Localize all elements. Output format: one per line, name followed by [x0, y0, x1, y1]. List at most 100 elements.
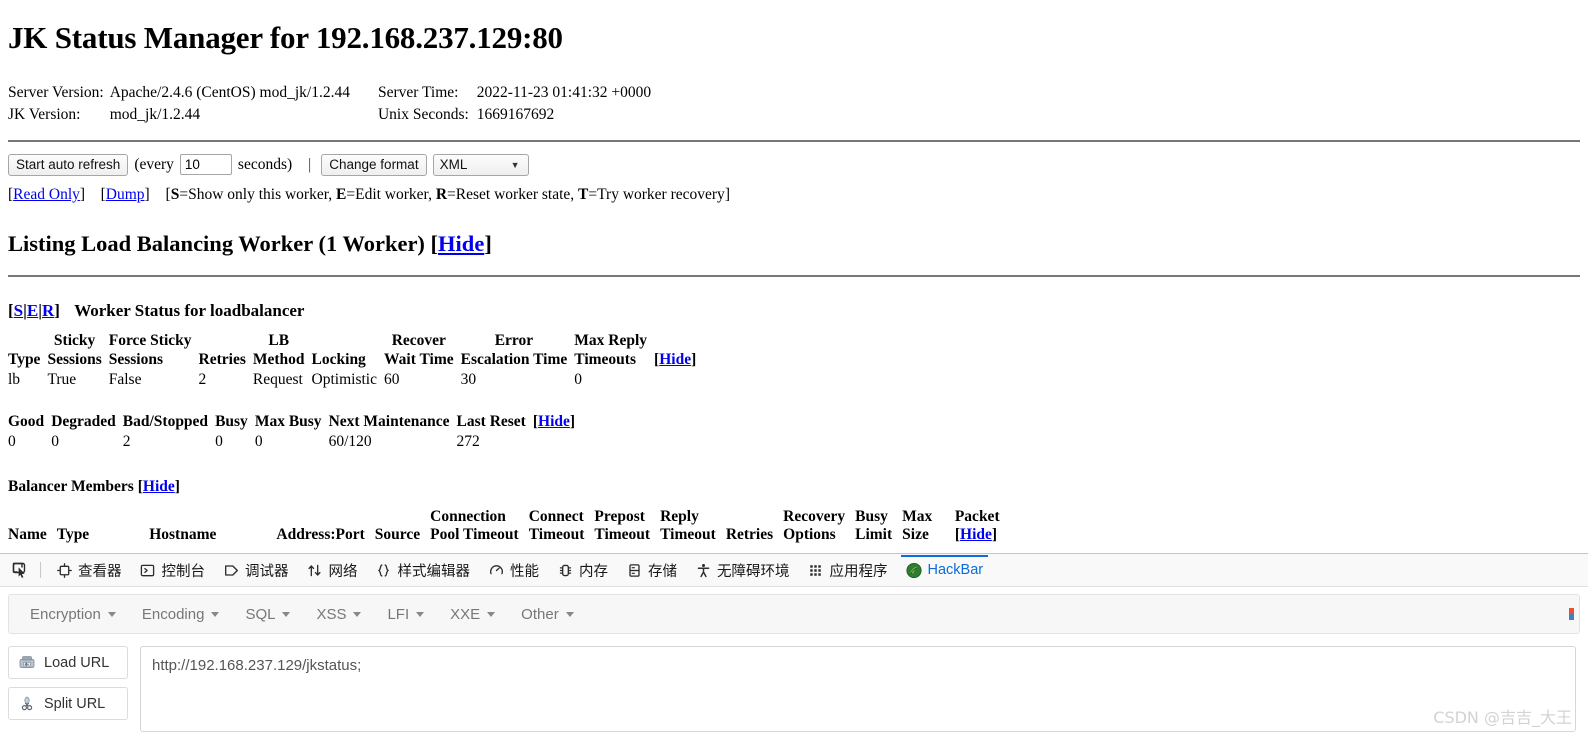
- performance-icon: [488, 562, 504, 578]
- tab-memory[interactable]: 内存: [548, 555, 617, 586]
- every-label: (every: [134, 155, 174, 173]
- members-header-row: Name Type Hostname Address:Port Source P…: [8, 526, 1020, 544]
- ct-h-3: Busy: [215, 412, 248, 430]
- network-icon: [307, 562, 323, 578]
- hackbar-menu-lfi[interactable]: LFI: [374, 606, 437, 623]
- storage-icon: [626, 562, 642, 578]
- balancer-members-label: Balancer Members: [8, 477, 134, 495]
- bm-top-2: [149, 508, 276, 526]
- tab-debugger[interactable]: 调试器: [214, 555, 298, 586]
- ws-h-6: Wait Time: [384, 350, 454, 368]
- hackbar-menu-other[interactable]: Other: [508, 606, 587, 623]
- worker-status-label: Worker Status for loadbalancer: [74, 300, 305, 320]
- hackbar-menu-encryption[interactable]: Encryption: [17, 606, 129, 623]
- hackbar-panel: Encryption Encoding SQL XSS LFI XXE Othe…: [0, 587, 1588, 735]
- ct-v-0: 0: [8, 432, 16, 450]
- chevron-down-icon: [565, 611, 574, 617]
- tab-inspector[interactable]: 查看器: [47, 555, 131, 586]
- start-auto-refresh-button[interactable]: Start auto refresh: [8, 153, 129, 176]
- tab-style-editor[interactable]: 样式编辑器: [367, 555, 480, 586]
- worker-status-heading: [S|E|R] Worker Status for loadbalancer: [8, 301, 1580, 321]
- load-url-button[interactable]: Load URL: [8, 646, 128, 679]
- csdn-watermark: CSDN @吉吉_大王: [1433, 708, 1572, 727]
- read-only-bracket-close: ]: [79, 185, 86, 203]
- bm-h-2: Hostname: [149, 525, 217, 543]
- bm-h-4: Source: [374, 525, 421, 543]
- ws-v-4: Request: [252, 370, 303, 388]
- hackbar-menu-encryption-label: Encryption: [30, 605, 101, 623]
- listing-hide-link[interactable]: Hide: [438, 231, 484, 256]
- ws-v-0: lb: [8, 370, 21, 388]
- mode-links: [Read Only] [Dump] [S=Show only this wor…: [8, 185, 1580, 205]
- url-input[interactable]: [140, 646, 1576, 732]
- tab-debugger-label: 调试器: [245, 563, 289, 580]
- ct-h-4: Max Busy: [254, 412, 322, 430]
- ws-top-5: [312, 331, 384, 350]
- balancer-members-heading: Balancer Members [Hide]: [8, 477, 180, 495]
- show-worker-link[interactable]: S: [14, 301, 23, 320]
- worker-status-header-row: Type Sessions Sessions Retries Method Lo…: [8, 350, 703, 369]
- ct-h-7: [Hide]: [532, 412, 576, 430]
- bm-top-9: [726, 508, 783, 526]
- bm-h-9: Retries: [725, 525, 774, 543]
- change-format-button[interactable]: Change format: [321, 153, 427, 176]
- element-picker-icon: [12, 562, 25, 578]
- tab-style-editor-label: 样式编辑器: [397, 563, 471, 580]
- reset-worker-link[interactable]: R: [42, 301, 54, 320]
- ws-h-5: Locking: [311, 350, 366, 368]
- ws-top-9: [654, 331, 703, 350]
- chevron-down-icon: [416, 611, 425, 617]
- ws-v-8: 0: [574, 370, 583, 388]
- ws-v-3: 2: [198, 370, 207, 388]
- controls-separator: |: [308, 155, 312, 173]
- split-url-button[interactable]: Split URL: [8, 687, 128, 720]
- hackbar-menu-xss[interactable]: XSS: [303, 606, 374, 623]
- read-only-link[interactable]: Read Only: [13, 186, 80, 203]
- counts-hide-link[interactable]: Hide: [538, 413, 570, 430]
- table-row: lb True False 2 Request Optimistic 60 30…: [8, 369, 703, 390]
- tab-console[interactable]: 控制台: [131, 555, 215, 586]
- seconds-label: seconds): [237, 155, 293, 173]
- chevron-down-icon: [107, 611, 116, 617]
- bm-top-5: Connection: [430, 507, 506, 525]
- legend-text: [S=Show only this worker, E=Edit worker,…: [165, 185, 730, 203]
- tab-accessibility[interactable]: 无障碍环境: [686, 555, 799, 586]
- tab-performance[interactable]: 性能: [479, 555, 548, 586]
- hackbar-menu-encoding[interactable]: Encoding: [129, 606, 233, 623]
- listing-heading: Listing Load Balancing Worker (1 Worker)…: [8, 231, 1580, 257]
- ws-top-0: [8, 331, 47, 350]
- refresh-interval-input[interactable]: [179, 154, 232, 176]
- tab-storage[interactable]: 存储: [617, 555, 686, 586]
- load-url-label: Load URL: [44, 654, 110, 671]
- ws-h-4: Method: [252, 350, 305, 368]
- members-hide-link[interactable]: Hide: [960, 526, 992, 543]
- element-picker-button[interactable]: [6, 558, 34, 582]
- divider-listing: [8, 274, 1580, 277]
- edit-worker-link[interactable]: E: [27, 301, 38, 320]
- hackbar-menu-sql-label: SQL: [245, 605, 276, 623]
- ws-v-2: False: [108, 370, 142, 388]
- worker-status-hide-link[interactable]: Hide: [659, 351, 691, 368]
- tab-console-label: 控制台: [161, 563, 206, 580]
- hackbar-menu-xss-label: XSS: [316, 605, 347, 623]
- ws-h-8: Timeouts: [574, 350, 637, 368]
- ct-v-7: [533, 431, 582, 452]
- hackbar-menu-sql[interactable]: SQL: [232, 606, 303, 623]
- tab-hackbar[interactable]: HackBar: [897, 554, 993, 586]
- dump-link[interactable]: Dump: [106, 186, 145, 203]
- server-time-label: Server Time:: [377, 83, 459, 101]
- balancer-members-hide-link[interactable]: Hide: [143, 478, 175, 495]
- application-icon: [808, 562, 824, 578]
- tab-network[interactable]: 网络: [298, 555, 367, 586]
- page-title: JK Status Manager for 192.168.237.129:80: [8, 20, 563, 55]
- ct-h-2: Bad/Stopped: [122, 412, 209, 430]
- accessibility-icon: [695, 562, 711, 578]
- bm-h-12: Size: [902, 525, 929, 543]
- hackbar-menu-xxe[interactable]: XXE: [437, 606, 508, 623]
- server-time-value: 2022-11-23 01:41:32 +0000: [476, 83, 652, 101]
- ct-h-0: Good: [8, 412, 45, 430]
- tab-application[interactable]: 应用程序: [799, 555, 897, 586]
- hackbar-right-badge-icon[interactable]: [1569, 605, 1583, 623]
- format-select[interactable]: XML: [432, 153, 529, 176]
- load-url-icon: [19, 655, 35, 671]
